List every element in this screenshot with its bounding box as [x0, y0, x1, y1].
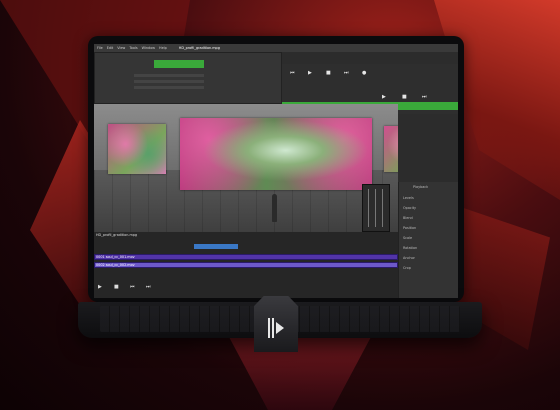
play-icon[interactable]: ▶ [308, 70, 312, 76]
inspector-item[interactable]: Blend [403, 216, 413, 220]
menu-edit[interactable]: Edit [107, 46, 114, 50]
inspector-item[interactable]: Scale [403, 236, 412, 240]
app-window: File Edit View Tools Window Help HD_prof… [94, 44, 458, 298]
brand-logo-icon [268, 318, 284, 338]
project-tab[interactable]: HD_profil_gradition.mpg [179, 46, 220, 50]
track-label: 0002 soul_cc_002.mov [96, 263, 135, 267]
rewind-icon[interactable]: ⏮ [130, 284, 135, 290]
projection-screen-left[interactable] [108, 124, 166, 174]
projection-screen-right[interactable] [384, 126, 398, 172]
fader-mixer[interactable] [362, 184, 390, 232]
projection-screen-center[interactable] [180, 118, 372, 190]
stop-icon[interactable]: ■ [114, 284, 119, 290]
rewind-icon[interactable]: ⏮ [290, 70, 295, 76]
record-icon[interactable]: ● [362, 70, 366, 76]
human-figure [272, 194, 277, 222]
fader[interactable] [382, 189, 383, 227]
inspector-item[interactable]: Position [403, 226, 416, 230]
fader[interactable] [375, 189, 376, 227]
inspector-item[interactable]: Opacity [403, 206, 416, 210]
track-label: 0001 soul_cc_001.mov [96, 255, 135, 259]
stop-icon[interactable]: ■ [326, 70, 331, 76]
forward-icon[interactable]: ⏭ [146, 284, 151, 290]
panel-row [134, 74, 204, 77]
clip-thumbnail-strip[interactable] [194, 244, 238, 249]
play-icon[interactable]: ▶ [98, 284, 102, 290]
stop-icon[interactable]: ■ [402, 94, 407, 100]
menu-view[interactable]: View [117, 46, 125, 50]
inspector-title: Playback [413, 185, 429, 189]
forward-icon[interactable]: ⏭ [344, 70, 349, 76]
panel-row [134, 80, 204, 83]
forward-icon[interactable]: ⏭ [422, 94, 427, 100]
inspector-item[interactable]: Anchor [403, 256, 415, 260]
menu-window[interactable]: Window [142, 46, 155, 50]
inspector-item[interactable]: Levels [403, 196, 414, 200]
timeline-header: HD_profil_gradition.mpg [96, 233, 138, 237]
panel-row [134, 86, 204, 89]
play-icon[interactable]: ▶ [382, 94, 386, 100]
3d-viewport[interactable] [94, 104, 398, 232]
menu-help[interactable]: Help [159, 46, 167, 50]
inspector-item[interactable]: Crop [403, 266, 411, 270]
fader[interactable] [368, 189, 369, 227]
timeline-track[interactable] [94, 262, 398, 268]
menu-file[interactable]: File [97, 46, 103, 50]
timeline-track[interactable] [94, 254, 398, 260]
menu-tools[interactable]: Tools [129, 46, 137, 50]
status-bar-green [154, 60, 204, 68]
inspector-item[interactable]: Rotation [403, 246, 417, 250]
right-inspector-panel: Playback Levels Opacity Blend Position S… [398, 182, 458, 298]
timeline-panel: HD_profil_gradition.mpg 0001 soul_cc_001… [94, 232, 398, 298]
menu-bar: File Edit View Tools Window Help HD_prof… [94, 44, 458, 52]
